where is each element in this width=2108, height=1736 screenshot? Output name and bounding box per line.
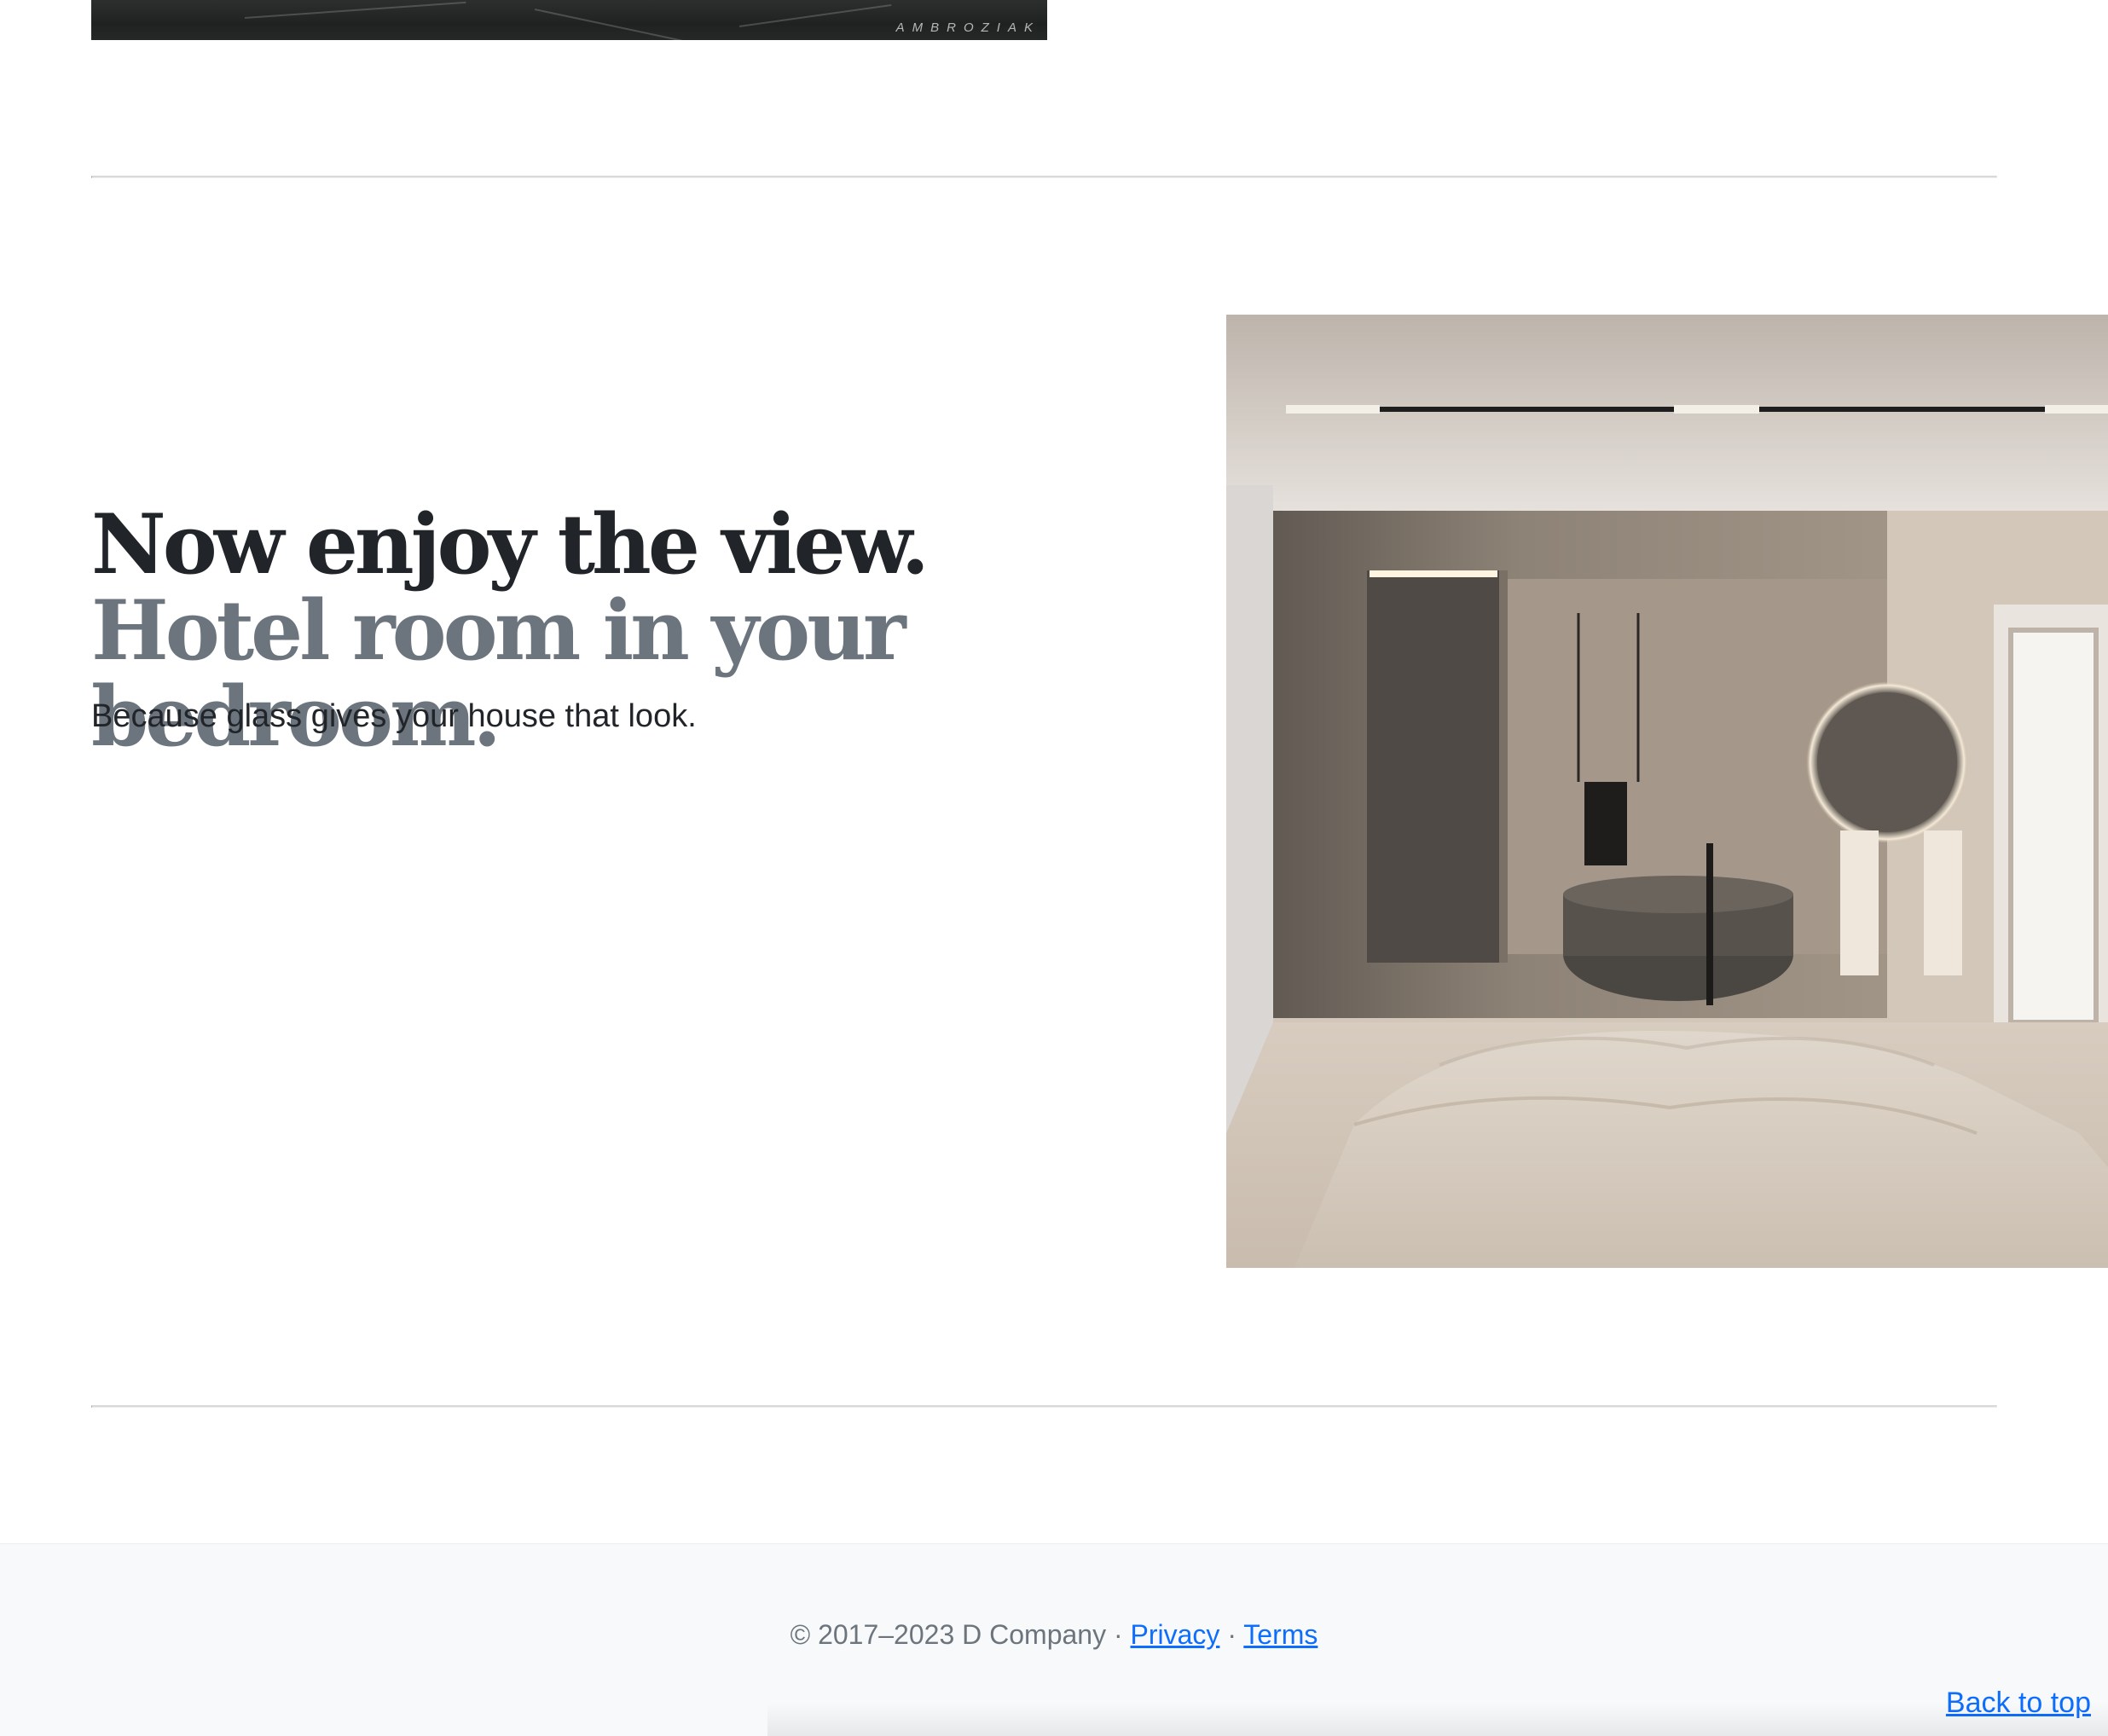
bottom-shadow [767,1703,2108,1736]
featurette-divider [91,176,1997,178]
featurette-heading-main: Now enjoy the view. [91,496,929,593]
footer-text: © 2017–2023 D Company · Privacy · Terms [0,1614,2108,1655]
marble-vein [738,3,892,27]
footer-copyright: © 2017–2023 D Company [790,1619,1107,1650]
featurette-lead: Because glass gives your house that look… [91,698,697,734]
page: AMBROZIAK Now enjoy the view. Hotel room… [0,0,2108,1736]
bathroom-bedroom-render [1226,315,2108,1268]
featurette-image [1226,315,2108,1268]
marble-vein [244,1,466,19]
featurette-divider [91,1405,1997,1408]
marble-vein [534,9,702,40]
footer-separator: · [1113,1619,1123,1650]
footer-separator: · [1227,1619,1236,1650]
image-watermark: AMBROZIAK [895,20,1040,35]
previous-featurette-image: AMBROZIAK [91,0,1047,40]
back-to-top-link[interactable]: Back to top [1946,1682,2091,1723]
site-footer: © 2017–2023 D Company · Privacy · Terms … [0,1543,2108,1736]
privacy-link[interactable]: Privacy [1131,1619,1220,1650]
terms-link[interactable]: Terms [1243,1619,1318,1650]
